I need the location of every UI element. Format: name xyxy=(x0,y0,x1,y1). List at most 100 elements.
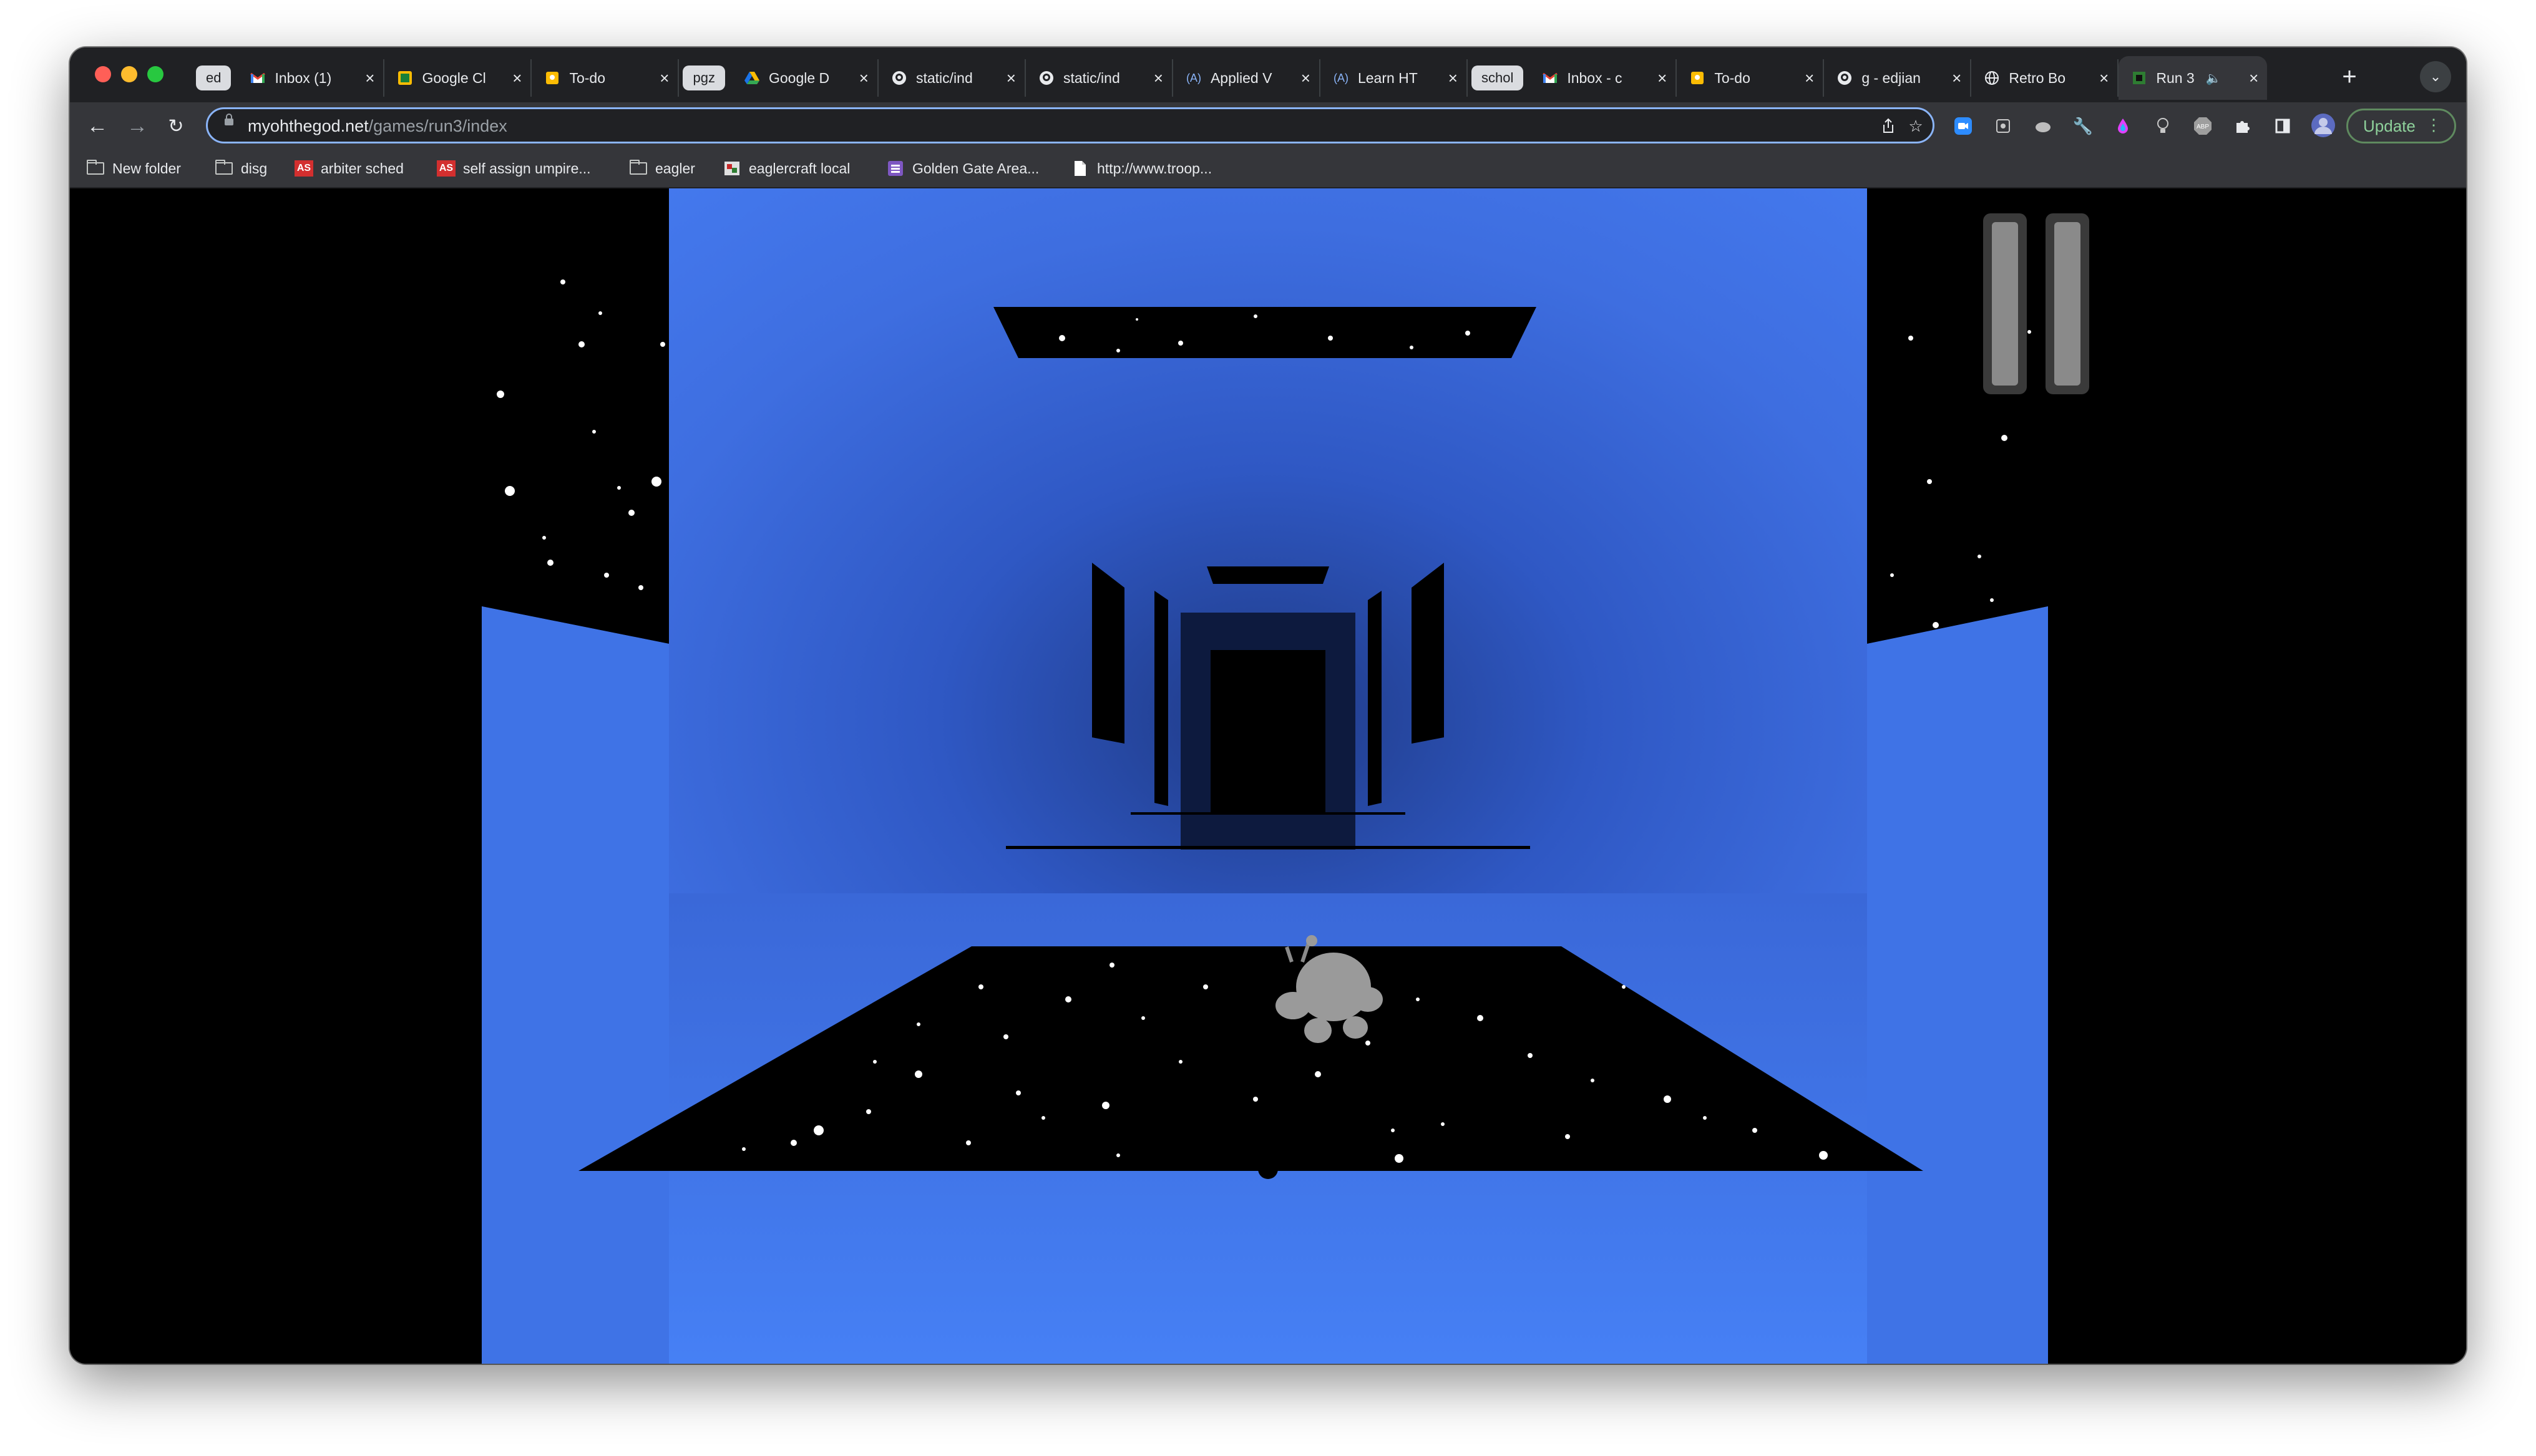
bookmark-self-assign-umpire[interactable]: AS self assign umpire... xyxy=(437,157,591,180)
tab-static-index-2[interactable]: static/ind × xyxy=(1026,59,1173,97)
bookmark-label: New folder xyxy=(112,160,181,177)
wrench-extension-icon[interactable]: 🔧 xyxy=(2072,115,2094,137)
far-wall-gap-right xyxy=(1412,563,1444,744)
tab-title: Google Cl xyxy=(422,69,486,86)
tab-title: To-do xyxy=(1714,69,1750,86)
google-classroom-icon xyxy=(397,70,413,86)
tab-inbox-c[interactable]: Inbox - c × xyxy=(1529,59,1677,97)
tab-title: Google D xyxy=(768,69,830,86)
tunnel-end xyxy=(1211,650,1325,812)
adblock-extension-icon[interactable]: ABP xyxy=(2192,115,2214,137)
lightbulb-extension-icon[interactable] xyxy=(2152,115,2174,137)
fullscreen-window-button[interactable] xyxy=(147,66,163,82)
tab-title: To-do xyxy=(569,69,606,86)
close-tab-icon[interactable]: × xyxy=(2249,69,2258,88)
tab-strip: ed Inbox (1) × Google Cl × To-do × pgz G… xyxy=(70,47,2466,102)
tab-todo[interactable]: To-do × xyxy=(532,59,680,97)
bookmark-label: eagler xyxy=(655,160,695,177)
toolbar: ← → ↻ myohthegod.net/games/run3/index ☆ … xyxy=(70,102,2466,150)
bookmark-star-icon[interactable]: ☆ xyxy=(1906,117,1925,135)
github-icon xyxy=(1038,70,1055,86)
tab-inbox[interactable]: Inbox (1) × xyxy=(237,59,385,97)
bookmark-disg[interactable]: disg xyxy=(215,157,267,180)
close-tab-icon[interactable]: × xyxy=(1805,69,1814,88)
close-tab-icon[interactable]: × xyxy=(2099,69,2109,88)
close-tab-icon[interactable]: × xyxy=(859,69,869,88)
tab-todo-2[interactable]: To-do × xyxy=(1677,59,1825,97)
profile-avatar[interactable] xyxy=(2310,112,2336,138)
bookmark-label: Golden Gate Area... xyxy=(912,160,1040,177)
bookmark-new-folder[interactable]: New folder xyxy=(86,157,181,180)
tab-retro-bowl[interactable]: Retro Bo × xyxy=(1971,59,2119,97)
gmail-icon xyxy=(1542,70,1558,86)
new-tab-button[interactable]: + xyxy=(2334,61,2365,92)
share-icon[interactable] xyxy=(1879,117,1898,135)
close-window-button[interactable] xyxy=(95,66,111,82)
tab-static-index-1[interactable]: static/ind × xyxy=(879,59,1026,97)
lock-icon[interactable] xyxy=(224,114,234,125)
bookmark-golden-gate-area[interactable]: Golden Gate Area... xyxy=(886,157,1039,180)
close-tab-icon[interactable]: × xyxy=(1007,69,1016,88)
page-icon xyxy=(1071,161,1090,176)
more-menu-icon[interactable]: ⋮ xyxy=(2426,115,2442,135)
tab-g-edjian[interactable]: g - edjian × xyxy=(1824,59,1972,97)
bookmark-eagler[interactable]: eagler xyxy=(629,157,695,180)
tab-learn-html[interactable]: (A) Learn HT × xyxy=(1320,59,1468,97)
code-icon: (A) xyxy=(1186,71,1201,84)
bookmark-arbiter-sched[interactable]: AS arbiter sched xyxy=(295,157,404,180)
tab-search-button[interactable]: ⌄ xyxy=(2420,61,2451,92)
update-label: Update xyxy=(2363,116,2416,135)
tab-applied[interactable]: (A) Applied V × xyxy=(1173,59,1320,97)
bookmark-label: self assign umpire... xyxy=(463,160,591,177)
reload-button[interactable]: ↻ xyxy=(160,110,192,142)
minimize-window-button[interactable] xyxy=(121,66,137,82)
extensions-puzzle-icon[interactable] xyxy=(2231,115,2254,137)
close-tab-icon[interactable]: × xyxy=(1154,69,1163,88)
url-path: /games/run3/index xyxy=(368,117,507,135)
far-floor-edge xyxy=(1131,812,1405,815)
forward-button[interactable]: → xyxy=(121,110,154,142)
close-tab-icon[interactable]: × xyxy=(1657,69,1667,88)
left-wall xyxy=(482,606,669,1364)
floor-gap-notch xyxy=(1258,1159,1278,1179)
tab-group-ed[interactable]: ed xyxy=(196,66,232,90)
audio-playing-icon[interactable]: 🔈 xyxy=(2206,70,2221,86)
bookmark-troop[interactable]: http://www.troop... xyxy=(1071,157,1212,180)
floor-gap-line xyxy=(1006,846,1530,849)
tab-title: static/ind xyxy=(915,69,973,86)
close-tab-icon[interactable]: × xyxy=(1301,69,1310,88)
screen-capture-extension-icon[interactable] xyxy=(1992,115,2014,137)
tab-title: Applied V xyxy=(1210,69,1272,86)
run3-game-canvas[interactable] xyxy=(70,188,2466,1364)
side-panel-icon[interactable] xyxy=(2271,115,2294,137)
tab-google-classroom[interactable]: Google Cl × xyxy=(384,59,532,97)
close-tab-icon[interactable]: × xyxy=(1448,69,1458,88)
close-tab-icon[interactable]: × xyxy=(1952,69,1961,88)
tab-run-3[interactable]: Run 3 🔈 × xyxy=(2119,56,2268,100)
address-bar[interactable]: myohthegod.net/games/run3/index ☆ xyxy=(206,107,1934,143)
back-button[interactable]: ← xyxy=(81,110,114,142)
cloud-extension-icon[interactable] xyxy=(2032,115,2054,137)
tab-google-drive[interactable]: Google D × xyxy=(731,59,879,97)
url-text[interactable]: myohthegod.net/games/run3/index xyxy=(248,117,507,136)
zoom-extension-icon[interactable] xyxy=(1952,115,1974,137)
close-tab-icon[interactable]: × xyxy=(512,69,522,88)
bookmark-eaglercraft-local[interactable]: eaglercraft local xyxy=(723,157,850,180)
github-icon xyxy=(1836,70,1853,86)
folder-icon xyxy=(629,160,648,176)
tab-group-schol[interactable]: schol xyxy=(1471,66,1524,90)
close-tab-icon[interactable]: × xyxy=(660,69,669,88)
tab-title: Inbox - c xyxy=(1567,69,1622,86)
list-icon xyxy=(886,161,905,176)
close-tab-icon[interactable]: × xyxy=(365,69,374,88)
far-ceiling-gap-2 xyxy=(1231,653,1305,660)
bookmarks-bar: New folder disg AS arbiter sched AS self a… xyxy=(70,150,2466,188)
svg-text:ABP: ABP xyxy=(2197,124,2209,130)
update-chrome-button[interactable]: Update ⋮ xyxy=(2346,109,2456,143)
tab-title: Retro Bo xyxy=(2009,69,2066,86)
arbiter-icon: AS xyxy=(295,160,313,177)
color-drop-extension-icon[interactable] xyxy=(2112,115,2134,137)
right-wall xyxy=(1867,606,2048,1364)
tab-group-pgz[interactable]: pgz xyxy=(683,66,725,90)
tab-title: Inbox (1) xyxy=(275,69,332,86)
